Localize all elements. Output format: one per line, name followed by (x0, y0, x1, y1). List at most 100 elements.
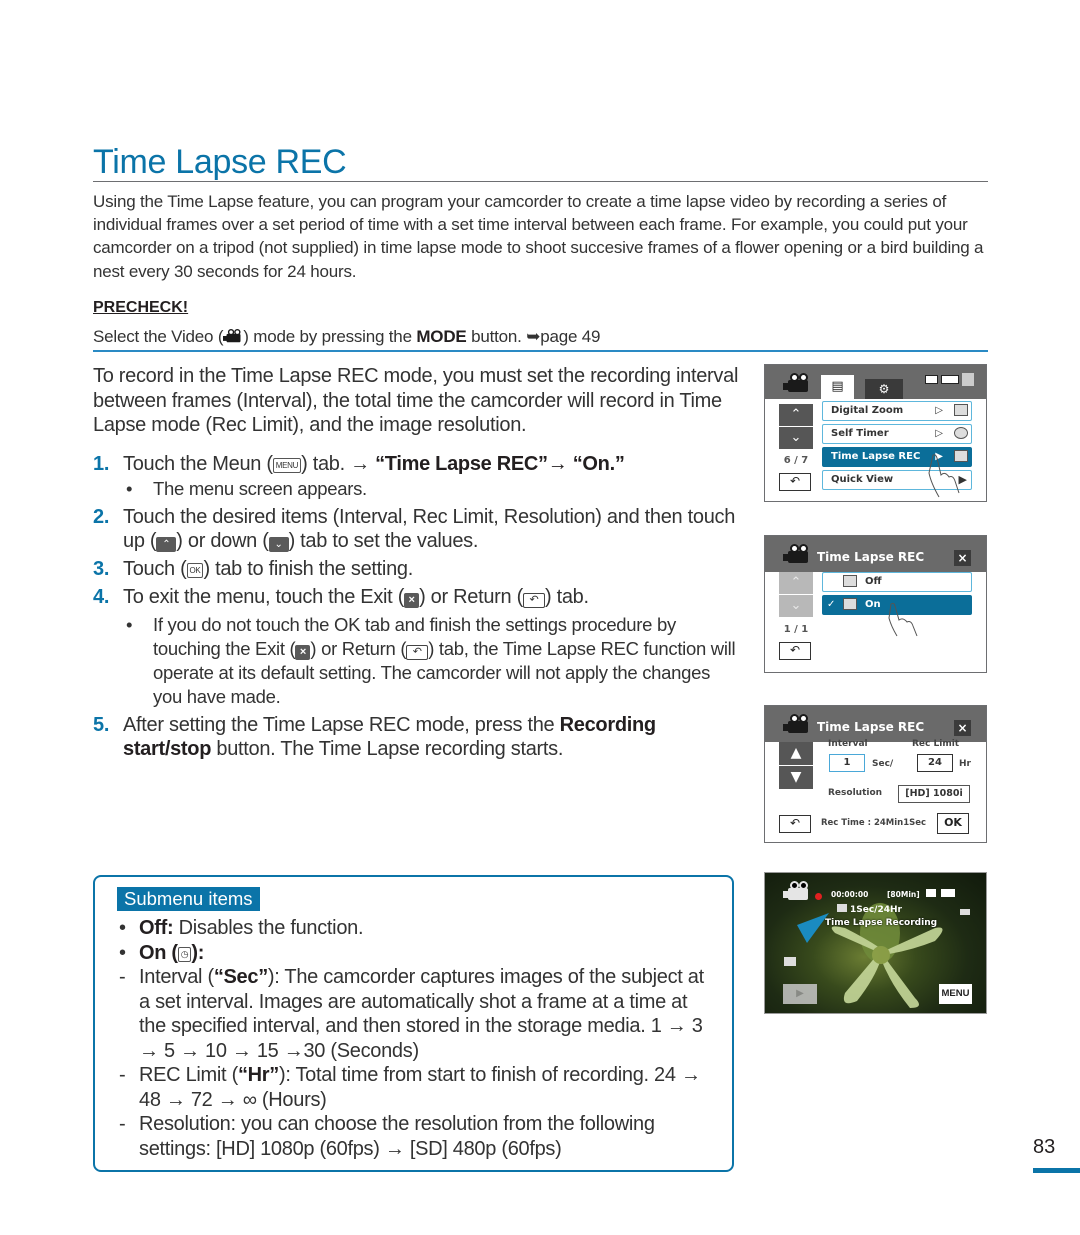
menu-item-label: Self Timer (831, 428, 889, 439)
remaining-time: [80Min] (887, 890, 920, 899)
off-text: Disables the function. (173, 917, 364, 939)
ok-button[interactable]: OK (937, 813, 969, 834)
resolution-text: Resolution: you can choose the resolutio… (139, 1113, 655, 1160)
step-1: 1. Touch the Meun (MENU) tab. → “Time La… (93, 452, 743, 477)
video-mode-icon (783, 714, 811, 734)
return-button[interactable]: ↶ (779, 473, 811, 491)
dash-marker: - (119, 1064, 126, 1086)
step-text: Touch ( (123, 557, 187, 580)
interval-bold: “Sec” (213, 966, 268, 988)
tab-settings[interactable]: ⚙ (865, 379, 903, 399)
menu-button[interactable]: MENU (939, 984, 972, 1004)
scroll-down-button[interactable]: ⌄ (779, 427, 813, 449)
page-indicator: 6 / 7 (783, 455, 809, 466)
resolution-label: Resolution (828, 788, 883, 798)
time-lapse-setting-value: 1Sec/24Hr (850, 905, 902, 915)
scroll-down-button[interactable]: ⌄ (779, 595, 813, 617)
submenu-tag: Submenu items (117, 887, 260, 911)
precheck-text: Select the Video () mode by pressing the… (93, 327, 600, 347)
time-lapse-icon: ◷ (177, 946, 192, 962)
step-text: ) or Return ( (419, 586, 523, 608)
self-timer-icon (954, 427, 968, 439)
step-number: 2. (93, 505, 110, 528)
step-number: 5. (93, 713, 110, 736)
time-lapse-icon (837, 904, 847, 912)
option-label: Off (865, 576, 882, 587)
exit-button[interactable]: × (954, 550, 971, 566)
resolution-value-field[interactable]: [HD] 1080i (898, 785, 970, 803)
digital-zoom-icon (954, 404, 968, 416)
return-icon: ↶ (522, 593, 545, 608)
menu-key-icon: MENU (272, 458, 302, 473)
stabilizer-icon (784, 957, 796, 966)
intro-paragraph: Using the Time Lapse feature, you can pr… (93, 192, 984, 281)
step-5: 5. After setting the Time Lapse REC mode… (93, 713, 743, 762)
scroll-up-button[interactable]: ⌃ (779, 404, 813, 426)
on-label: On ( (139, 941, 178, 964)
precheck-text-a: Select the Video ( (93, 327, 224, 346)
precheck-label: PRECHECK! (93, 299, 189, 316)
pointer-arrow-icon (797, 913, 829, 943)
storage-card-icon (926, 889, 936, 897)
exit-button[interactable]: × (954, 720, 971, 736)
page-number-bar (1033, 1168, 1080, 1173)
precheck-divider (93, 350, 988, 352)
battery-icon (941, 375, 959, 384)
menu-item-label: Digital Zoom (831, 405, 904, 416)
option-label: On (865, 599, 881, 610)
tab-menu[interactable]: ▤ (821, 375, 854, 399)
recording-status: Time Lapse Recording (825, 918, 938, 928)
video-mode-icon (783, 373, 811, 393)
checkmark-icon: ✓ (827, 599, 836, 610)
play-arrow-icon: ▷ (935, 428, 943, 439)
return-button[interactable]: ↶ (779, 815, 811, 833)
interval-label: Interval (828, 739, 868, 749)
option-off[interactable]: Off (822, 572, 972, 592)
step-text: button. The Time Lapse recording starts. (211, 738, 564, 760)
scroll-up-button[interactable]: ⌃ (779, 572, 813, 594)
submenu-resolution: - Resolution: you can choose the resoluti… (117, 1112, 717, 1161)
step-text: ) tab to finish the setting. (203, 557, 413, 580)
value-down-button[interactable]: ▼ (779, 766, 813, 789)
value-up-button[interactable]: ▲ (779, 742, 813, 765)
mode-word: MODE (416, 327, 467, 346)
note-text: The menu screen appears. (153, 477, 367, 499)
bullet-icon: • (119, 917, 126, 939)
menu-item-self-timer[interactable]: Self Timer ▷ (822, 424, 972, 444)
time-lapse-setting: 1Sec/24Hr (837, 904, 902, 915)
up-arrow-icon: ⌃ (156, 537, 177, 552)
rec-limit-unit: Hr (959, 759, 971, 769)
time-lapse-on-icon (843, 598, 857, 610)
exit-icon: × (404, 593, 420, 608)
battery-icon (941, 889, 955, 897)
quality-icon (960, 909, 970, 915)
video-mode-icon (223, 329, 243, 343)
return-icon: ↶ (406, 644, 429, 660)
submenu-interval: - Interval (“Sec”): The camcorder capture… (117, 965, 717, 1063)
step-text: ) tab. (544, 586, 589, 608)
rec-limit-label: Rec Limit (912, 739, 960, 749)
timecode: 00:00:00 (831, 890, 869, 899)
dash-marker: - (119, 966, 126, 988)
precheck-text-c: button. (466, 327, 527, 346)
return-button[interactable]: ↶ (779, 642, 811, 660)
page-reference-link[interactable]: ➥page 49 (526, 327, 600, 346)
screen-menu: ▤ ⚙ ⌃ ⌄ 6 / 7 ↶ Digital Zoom ▷ Self Timer… (764, 364, 987, 502)
playback-button[interactable]: ▶ (783, 984, 817, 1004)
step-2: 2. Touch the desired items (Interval, Re… (93, 505, 743, 554)
menu-item-digital-zoom[interactable]: Digital Zoom ▷ (822, 401, 972, 421)
bullet-icon: • (126, 477, 133, 499)
screen-title: Time Lapse REC (817, 720, 925, 734)
step-number: 3. (93, 557, 110, 580)
page-number: 83 (1033, 1136, 1056, 1158)
play-arrow-icon: ▷ (935, 405, 943, 416)
limit-text: REC Limit ( (139, 1064, 238, 1086)
step-text: To exit the menu, touch the Exit ( (123, 586, 405, 608)
step-4: 4. To exit the menu, touch the Exit (×) … (93, 585, 743, 610)
rec-limit-value-field[interactable]: 24 (917, 754, 953, 772)
step-1-note: • The menu screen appears. (93, 477, 743, 501)
interval-value-field[interactable]: 1 (829, 754, 865, 772)
screen-on-off: Time Lapse REC × ⌃ ⌄ 1 / 1 ↶ Off ✓ On (764, 535, 987, 673)
submenu-off: • Off: Disables the function. (117, 916, 717, 941)
title-divider (93, 181, 988, 182)
